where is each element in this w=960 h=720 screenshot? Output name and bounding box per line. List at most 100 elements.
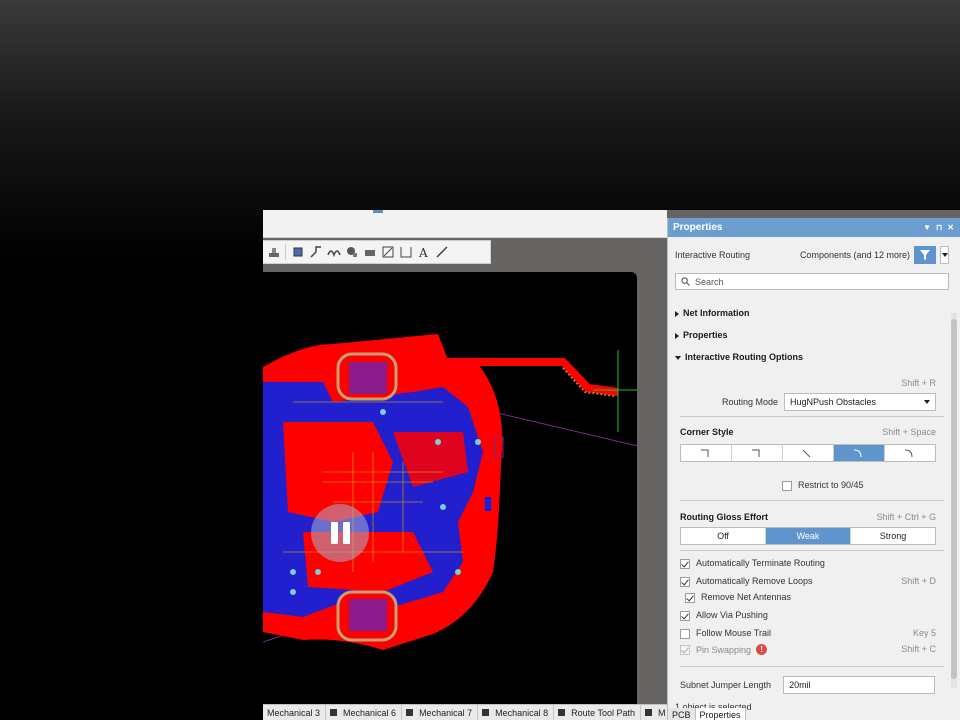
component-tool-button[interactable] bbox=[289, 243, 306, 261]
connector-top-body bbox=[349, 362, 387, 394]
layer-tab-label: M bbox=[658, 707, 666, 718]
tab-pcb[interactable]: PCB bbox=[668, 708, 696, 720]
corner-any-arc-icon bbox=[904, 449, 913, 458]
checkbox-label: Remove Net Antennas bbox=[701, 592, 792, 602]
layer-tab-bar: Mechanical 3 Mechanical 6 Mechanical 7 M… bbox=[263, 704, 672, 720]
fill-icon bbox=[364, 250, 375, 256]
selection-filter-text[interactable]: Components (and 12 more) bbox=[800, 250, 910, 260]
connector-bottom-body bbox=[349, 599, 387, 631]
line-tool-button[interactable] bbox=[433, 243, 450, 261]
corner-style-arc-90[interactable] bbox=[834, 445, 885, 461]
toolbar-separator bbox=[285, 244, 286, 260]
layer-color-swatch bbox=[482, 709, 490, 716]
dimension-icon bbox=[400, 247, 411, 258]
route-icon bbox=[309, 246, 321, 258]
gloss-weak-button[interactable]: Weak bbox=[766, 528, 851, 544]
check-remove-net-antennas[interactable]: Remove Net Antennas bbox=[685, 592, 936, 603]
restrict-90-45-checkbox[interactable]: Restrict to 90/45 bbox=[782, 480, 960, 491]
layer-tab-label: Mechanical 7 bbox=[419, 707, 473, 718]
section-interactive-routing-options[interactable]: Interactive Routing Options bbox=[675, 352, 957, 362]
corner-90-arc-icon bbox=[752, 449, 760, 457]
routing-gloss-selector: Off Weak Strong bbox=[680, 527, 936, 545]
check-remove-loops[interactable]: Automatically Remove Loops Shift + D bbox=[680, 576, 936, 587]
layer-tab-route-tool-path[interactable]: Route Tool Path bbox=[554, 704, 642, 720]
checkbox-shortcut: Key 5 bbox=[912, 628, 936, 638]
corner-style-arc-any[interactable] bbox=[885, 445, 935, 461]
panel-scrollbar[interactable] bbox=[951, 313, 957, 688]
component-icon bbox=[293, 247, 302, 257]
pause-button[interactable] bbox=[311, 504, 369, 562]
check-follow-mouse-trail[interactable]: Follow Mouse Trail Key 5 bbox=[680, 628, 936, 639]
subnet-jumper-label: Subnet Jumper Length bbox=[680, 680, 772, 690]
via-icon bbox=[346, 247, 357, 257]
layer-tab-mechanical-3[interactable]: Mechanical 3 bbox=[263, 704, 327, 720]
check-auto-terminate[interactable]: Automatically Terminate Routing bbox=[680, 558, 936, 569]
corner-style-label: Corner Style bbox=[680, 427, 734, 437]
search-field[interactable]: Search bbox=[675, 273, 949, 290]
layer-color-swatch bbox=[558, 709, 566, 716]
warning-icon[interactable]: ! bbox=[756, 644, 768, 655]
panel-tab-bar: PCB Properties bbox=[668, 708, 746, 720]
filter-tool-button[interactable] bbox=[265, 243, 282, 261]
checkbox-shortcut: Shift + C bbox=[901, 644, 936, 654]
panel-menu-icon[interactable]: ▼ bbox=[923, 223, 931, 232]
scrollbar-thumb[interactable] bbox=[951, 319, 957, 679]
section-net-information[interactable]: Net Information bbox=[675, 308, 957, 318]
polygon-icon bbox=[382, 246, 393, 258]
corner-arc-icon bbox=[853, 449, 862, 458]
chevron-right-icon bbox=[675, 310, 679, 317]
diff-pair-icon bbox=[326, 250, 341, 258]
divider bbox=[680, 666, 944, 667]
layer-tab-mechanical-6[interactable]: Mechanical 6 bbox=[326, 704, 403, 720]
route-tool-button[interactable] bbox=[307, 243, 324, 261]
routing-mode-dropdown[interactable]: HugNPush Obstacles bbox=[784, 393, 936, 411]
layer-tab-mechanical-7[interactable]: Mechanical 7 bbox=[402, 704, 479, 720]
checkbox-box bbox=[680, 576, 690, 587]
section-properties[interactable]: Properties bbox=[675, 330, 957, 340]
corner-style-90[interactable] bbox=[681, 445, 732, 461]
section-title: Properties bbox=[683, 330, 728, 340]
check-pin-swapping[interactable]: Pin Swapping ! Shift + C bbox=[680, 644, 936, 655]
routing-gloss-label: Routing Gloss Effort bbox=[680, 512, 768, 522]
svg-text:A: A bbox=[418, 246, 428, 259]
funnel-icon bbox=[920, 250, 930, 260]
fill-tool-button[interactable] bbox=[361, 243, 378, 261]
diff-pair-tool-button[interactable] bbox=[325, 243, 342, 261]
layer-tab-mechanical-8[interactable]: Mechanical 8 bbox=[478, 704, 555, 720]
routing-mode-label: Routing Mode bbox=[721, 397, 778, 407]
active-bar-toolbar: A bbox=[263, 240, 491, 264]
corner-style-45[interactable] bbox=[783, 445, 834, 461]
gloss-strong-button[interactable]: Strong bbox=[851, 528, 935, 544]
corner-style-90-arc[interactable] bbox=[732, 445, 783, 461]
header-object-type: Interactive Routing bbox=[675, 250, 751, 260]
pcb-canvas[interactable] bbox=[263, 272, 637, 704]
checkbox-shortcut: Shift + D bbox=[901, 576, 936, 586]
chevron-down-icon bbox=[941, 253, 948, 257]
routing-gloss-shortcut: Shift + Ctrl + G bbox=[876, 512, 936, 522]
panel-title-bar: Properties ▼ ⊓ ✕ bbox=[668, 218, 960, 237]
filter-dropdown-button[interactable] bbox=[940, 246, 949, 264]
chevron-down-icon bbox=[675, 355, 681, 360]
checkbox-label: Automatically Terminate Routing bbox=[696, 558, 825, 568]
pin-icon[interactable]: ⊓ bbox=[936, 223, 942, 232]
close-icon[interactable]: ✕ bbox=[947, 223, 954, 232]
pause-icon-bar-left bbox=[330, 522, 338, 544]
ratsnest-line bbox=[492, 411, 637, 447]
checkbox-box bbox=[680, 644, 690, 655]
checkbox-box bbox=[685, 592, 695, 603]
subnet-jumper-input[interactable]: 20mil bbox=[783, 676, 936, 694]
pcb-board-drawing bbox=[263, 334, 637, 650]
routing-mode-shortcut: Shift + R bbox=[901, 378, 936, 388]
filter-icon bbox=[268, 248, 279, 257]
active-tab-marker bbox=[373, 210, 383, 213]
gloss-off-button[interactable]: Off bbox=[681, 528, 766, 544]
dimension-tool-button[interactable] bbox=[397, 243, 414, 261]
check-allow-via-pushing[interactable]: Allow Via Pushing bbox=[680, 610, 936, 621]
section-title: Interactive Routing Options bbox=[685, 352, 804, 362]
filter-button[interactable] bbox=[914, 246, 936, 264]
tab-properties[interactable]: Properties bbox=[695, 708, 746, 720]
via-tool-button[interactable] bbox=[343, 243, 360, 261]
polygon-tool-button[interactable] bbox=[379, 243, 396, 261]
text-tool-button[interactable]: A bbox=[415, 243, 432, 261]
board-edge-pad bbox=[485, 497, 491, 511]
